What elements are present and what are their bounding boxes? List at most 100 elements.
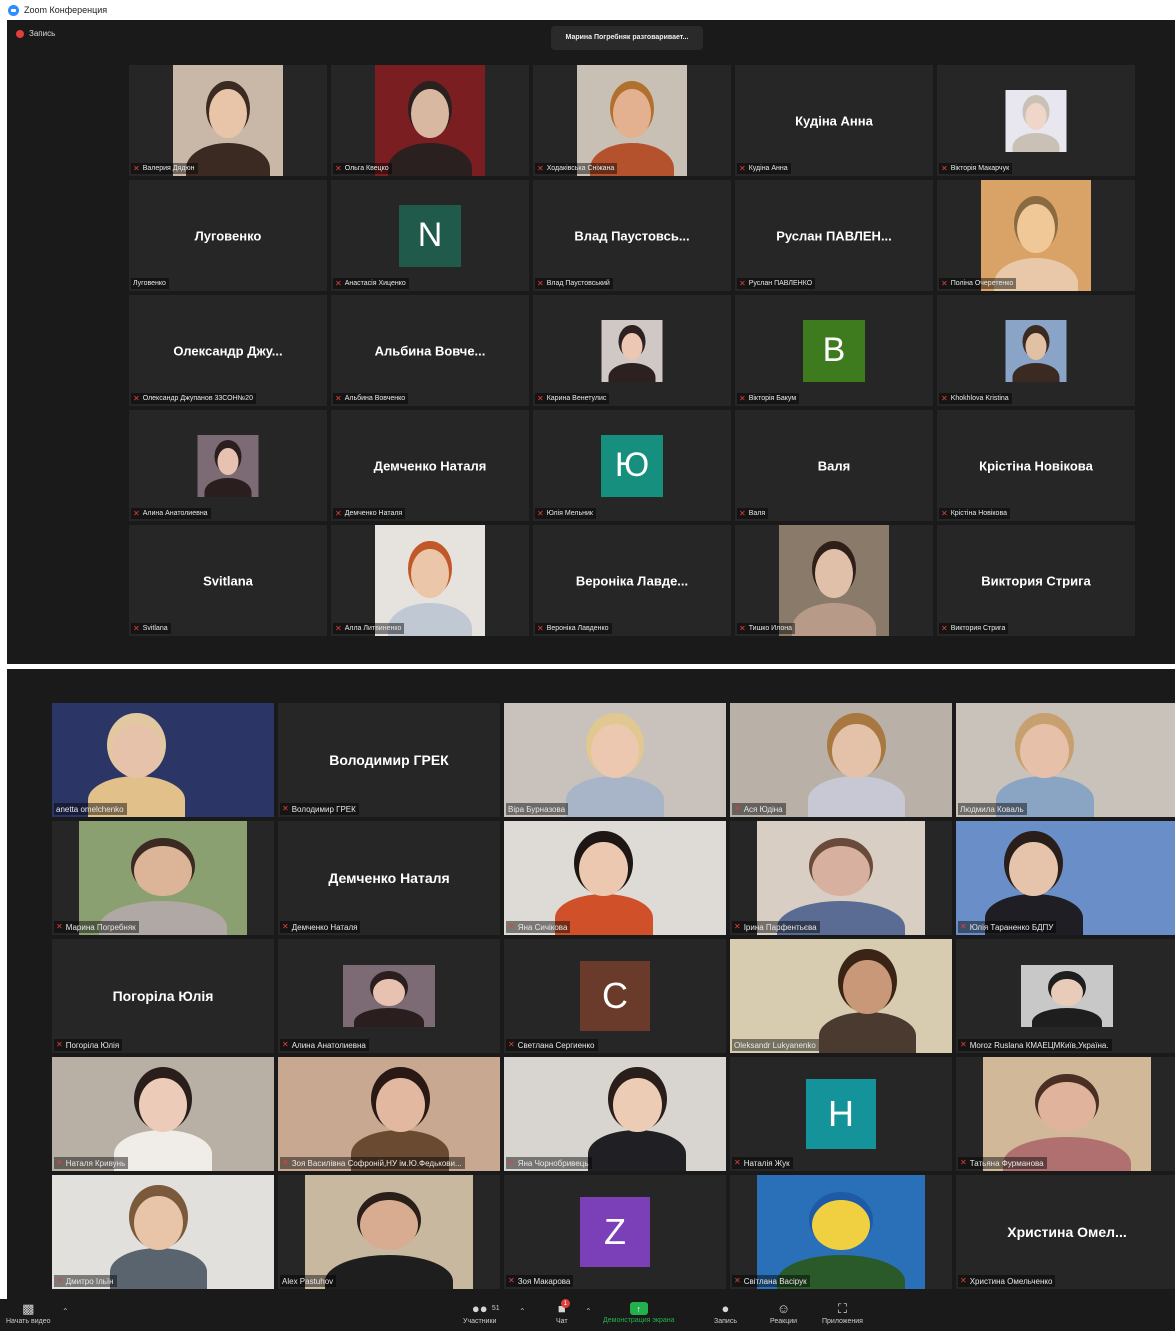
- participant-tile-4[interactable]: Кудіна Анна ✕ Кудіна Анна: [735, 65, 933, 176]
- participant-tile-11[interactable]: Олександр Джу... ✕ Олександр Джупанов 33СО…: [129, 295, 327, 406]
- participant-tile-7[interactable]: Демченко Наталя ✕ Демченко Наталя: [278, 821, 500, 935]
- video-feed: [730, 939, 952, 1053]
- video-face: [612, 1077, 662, 1133]
- participant-tile-11[interactable]: Погоріла Юлія ✕ Погоріла Юлія: [52, 939, 274, 1053]
- participant-tile-14[interactable]: Oleksandr Lukyanenko: [730, 939, 952, 1053]
- participant-tile-19[interactable]: H ✕ Наталія Жук: [730, 1057, 952, 1171]
- participant-tile-6[interactable]: ✕ Марина Погребняк: [52, 821, 274, 935]
- participant-tile-4[interactable]: ✕ Ася Юдіна: [730, 703, 952, 817]
- participant-tile-16[interactable]: ✕ Наталя Кривунь: [52, 1057, 274, 1171]
- participant-tile-12[interactable]: Альбина Вовче... ✕ Альбина Вовченко: [331, 295, 529, 406]
- participant-tile-15[interactable]: ✕ Moroz Ruslana КМАЕЦМКиїв,Україна.: [956, 939, 1175, 1053]
- video-face: [1009, 841, 1059, 897]
- participant-tile-9[interactable]: ✕ Ірина Парфентьєва: [730, 821, 952, 935]
- participant-tile-21[interactable]: Svitlana ✕ Svitlana: [129, 525, 327, 636]
- participant-tile-24[interactable]: ✕ Тишко Илона: [735, 525, 933, 636]
- display-name: Христина Омел...: [1007, 1224, 1127, 1240]
- avatar-initial: B: [803, 319, 865, 382]
- participant-tile-14[interactable]: B ✕ Вікторія Бакум: [735, 295, 933, 406]
- participant-tile-5[interactable]: Людмила Коваль: [956, 703, 1175, 817]
- participant-tile-3[interactable]: ✕ Ходаківська Сніжана: [533, 65, 731, 176]
- photo-figure: [388, 142, 472, 176]
- participant-name-label: ✕ Наталія Жук: [732, 1157, 793, 1169]
- participant-tile-8[interactable]: Влад Паустовсь... ✕ Влад Паустовський: [533, 180, 731, 291]
- participants-options-caret-icon[interactable]: ⌃: [519, 1307, 526, 1316]
- participant-name-label: ✕ Khokhlova Kristina: [939, 393, 1012, 404]
- participant-tile-3[interactable]: Віра Бурназова: [504, 703, 726, 817]
- photo-figure: [1012, 132, 1060, 152]
- participant-tile-22[interactable]: Alex Pastuhov: [278, 1175, 500, 1289]
- participant-name: Svitlana: [142, 625, 168, 632]
- participant-tile-9[interactable]: Руслан ПАВЛЕН... ✕ Руслан ПАВЛЕНКО: [735, 180, 933, 291]
- chat-options-caret-icon[interactable]: ⌃: [585, 1307, 592, 1316]
- participant-tile-6[interactable]: Луговенко Луговенко: [129, 180, 327, 291]
- reactions-button[interactable]: ☺ Реакции: [770, 1302, 797, 1326]
- participant-tile-13[interactable]: C ✕ Светлана Сергиенко: [504, 939, 726, 1053]
- participant-tile-15[interactable]: ✕ Khokhlova Kristina: [937, 295, 1135, 406]
- participant-tile-18[interactable]: ✕ Яна Чорнобривець: [504, 1057, 726, 1171]
- muted-mic-icon: ✕: [941, 393, 948, 403]
- participant-tile-25[interactable]: Христина Омел... ✕ Христина Омельченко: [956, 1175, 1175, 1289]
- participant-tile-23[interactable]: Вероніка Лавде... ✕ Вероніка Лавденко: [533, 525, 731, 636]
- apps-button[interactable]: ⛶ Приложения: [822, 1302, 863, 1326]
- participant-tile-18[interactable]: Ю ✕ Юлія Мельник: [533, 410, 731, 521]
- participant-tile-8[interactable]: ✕ Яна Сичікова: [504, 821, 726, 935]
- profile-photo: [343, 965, 435, 1027]
- participant-tile-1[interactable]: anetta omelchenko: [52, 703, 274, 817]
- participant-name: Алина Анатолиевна: [142, 510, 208, 517]
- start-video-button[interactable]: ▩ Начать видео: [6, 1302, 50, 1326]
- participant-tile-7[interactable]: N ✕ Анастасія Хиценко: [331, 180, 529, 291]
- participant-tile-25[interactable]: Виктория Стрига ✕ Виктория Стрига: [937, 525, 1135, 636]
- participant-tile-10[interactable]: ✕ Поліна Очеретенко: [937, 180, 1135, 291]
- participant-name-label: ✕ Виктория Стрига: [939, 623, 1009, 634]
- participant-name: Дмитро Ільїн: [65, 1276, 114, 1286]
- apps-label: Приложения: [822, 1318, 863, 1325]
- participant-name-label: ✕ Вероніка Лавденко: [535, 623, 612, 634]
- participant-name: Ірина Парфентьєва: [743, 922, 817, 932]
- participant-tile-13[interactable]: ✕ Карина Венетулис: [533, 295, 731, 406]
- participant-name-label: ✕ Валерия Дядюн: [131, 163, 198, 174]
- chat-button[interactable]: ■ 1 Чат: [556, 1299, 570, 1325]
- participant-name-label: ✕ Юлія Тараненко БДПУ: [958, 921, 1057, 933]
- participant-tile-2[interactable]: Володимир ГРЕК ✕ Володимир ГРЕК: [278, 703, 500, 817]
- participant-name: Олександр Джупанов 33СОН№20: [142, 395, 253, 402]
- participant-tile-16[interactable]: ✕ Алина Анатолиевна: [129, 410, 327, 521]
- recording-indicator[interactable]: Запись: [16, 29, 55, 38]
- participant-tile-21[interactable]: ✕ Дмитро Ільїн: [52, 1175, 274, 1289]
- profile-photo: [577, 65, 687, 176]
- muted-mic-icon: ✕: [739, 278, 746, 288]
- participant-tile-2[interactable]: ✕ Ольга Квецко: [331, 65, 529, 176]
- record-button[interactable]: ● Запись: [714, 1302, 737, 1326]
- participant-tile-19[interactable]: Валя ✕ Валя: [735, 410, 933, 521]
- participant-tile-24[interactable]: ✕ Світлана Васірук: [730, 1175, 952, 1289]
- video-face: [579, 841, 629, 897]
- participant-tile-1[interactable]: ✕ Валерия Дядюн: [129, 65, 327, 176]
- display-name: Кудіна Анна: [795, 113, 873, 128]
- participants-button[interactable]: ●● 51 Участники: [463, 1302, 500, 1326]
- muted-mic-icon: ✕: [56, 1158, 63, 1167]
- participant-tile-10[interactable]: ✕ Юлія Тараненко БДПУ: [956, 821, 1175, 935]
- participant-name-label: Людмила Коваль: [958, 803, 1027, 815]
- display-name: Валя: [817, 458, 851, 473]
- participant-tile-22[interactable]: ✕ Алла Литвиненко: [331, 525, 529, 636]
- participant-name: Крістіна Новікова: [950, 510, 1007, 517]
- display-name: Демченко Наталя: [373, 458, 487, 473]
- participant-tile-20[interactable]: ✕ Татьяна Фурманова: [956, 1057, 1175, 1171]
- share-screen-button[interactable]: ↑ Демонстрация экрана: [603, 1302, 675, 1324]
- participant-tile-23[interactable]: Z ✕ Зоя Макарова: [504, 1175, 726, 1289]
- participant-name-label: ✕ Зоя Василівна Софроній,НУ ім.Ю.Федькови…: [280, 1157, 465, 1169]
- muted-mic-icon: ✕: [282, 1040, 289, 1049]
- participant-name-label: ✕ Татьяна Фурманова: [958, 1157, 1047, 1169]
- photo-face: [812, 1200, 870, 1251]
- video-feed: [504, 1057, 726, 1171]
- video-figure: [114, 1129, 212, 1171]
- participant-name-label: ✕ Зоя Макарова: [506, 1275, 574, 1287]
- participant-tile-17[interactable]: Демченко Наталя ✕ Демченко Наталя: [331, 410, 529, 521]
- participant-tile-5[interactable]: ✕ Вікторія Макарчук: [937, 65, 1135, 176]
- participant-name-label: ✕ Moroz Ruslana КМАЕЦМКиїв,Україна.: [958, 1039, 1112, 1051]
- participant-name-label: ✕ Олександр Джупанов 33СОН№20: [131, 393, 256, 404]
- video-options-caret-icon[interactable]: ⌃: [62, 1307, 69, 1316]
- participant-tile-20[interactable]: Крістіна Новікова ✕ Крістіна Новікова: [937, 410, 1135, 521]
- participant-tile-12[interactable]: ✕ Алина Анатолиевна: [278, 939, 500, 1053]
- participant-tile-17[interactable]: ✕ Зоя Василівна Софроній,НУ ім.Ю.Федькови…: [278, 1057, 500, 1171]
